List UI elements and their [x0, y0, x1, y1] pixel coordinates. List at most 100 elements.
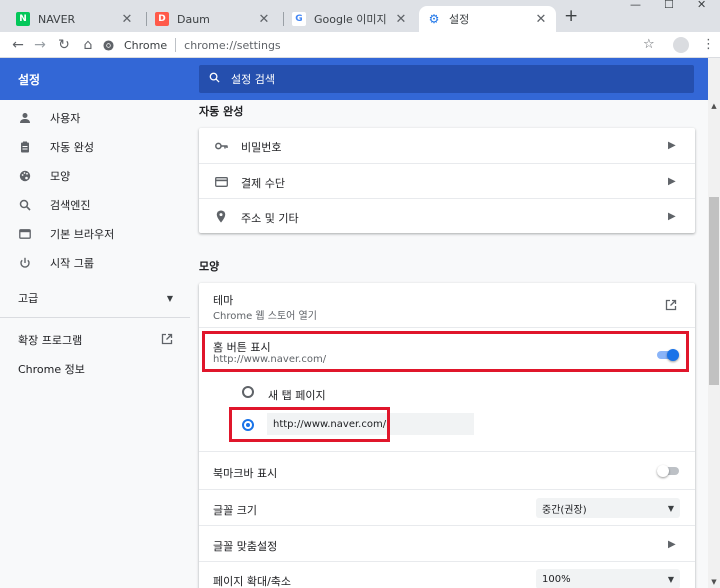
sidebar-item-about-chrome[interactable]: Chrome 정보	[18, 358, 85, 380]
sidebar-item-label: 기본 브라우저	[50, 228, 115, 241]
close-icon[interactable]: ✕	[120, 12, 134, 27]
annotation-highlight-home-url	[229, 407, 390, 442]
scrollbar-thumb[interactable]	[709, 197, 719, 385]
theme-sublabel: Chrome 웹 스토어 열기	[213, 311, 317, 322]
new-tab-button[interactable]: +	[564, 8, 578, 25]
addresses-label: 주소 및 기타	[241, 212, 299, 225]
sidebar-item-people[interactable]: 사용자	[0, 107, 190, 129]
search-icon	[207, 72, 221, 86]
bookmark-star-icon[interactable]: ☆	[643, 37, 655, 52]
bookmarks-bar-toggle[interactable]	[657, 465, 679, 477]
theme-label: 테마	[213, 294, 234, 307]
toggle-knob	[657, 465, 669, 477]
open-external-icon[interactable]	[665, 299, 677, 314]
sidebar-item-label: 사용자	[50, 112, 81, 125]
scroll-down-arrow-icon[interactable]: ▼	[708, 576, 720, 588]
person-icon	[18, 111, 32, 125]
settings-search-input[interactable]: 설정 검색	[199, 65, 694, 93]
browser-toolbar: ← → ↻ ⌂ Chrome chrome://settings ☆ ⋮	[0, 32, 720, 58]
tab-naver[interactable]: N NAVER ✕	[8, 6, 142, 32]
settings-header: 설정 설정 검색	[0, 58, 708, 100]
passwords-row[interactable]: 비밀번호 ▶	[199, 128, 695, 163]
clipboard-icon	[18, 140, 32, 154]
customize-fonts-row[interactable]: 글꼴 맞춤설정 ▶	[199, 525, 695, 561]
minimize-icon[interactable]: —	[630, 0, 641, 14]
sidebar-item-search-engine[interactable]: 검색엔진	[0, 194, 190, 216]
sidebar-item-default-browser[interactable]: 기본 브라우저	[0, 223, 190, 245]
sidebar-item-label: 모양	[50, 170, 71, 183]
close-icon[interactable]: ✕	[257, 12, 271, 27]
maximize-icon[interactable]: ☐	[664, 0, 674, 14]
extensions-label: 확장 프로그램	[18, 334, 83, 347]
search-icon	[18, 198, 32, 212]
close-window-icon[interactable]: ✕	[697, 0, 706, 14]
font-size-row[interactable]: 글꼴 크기 중간(권장) ▼	[199, 489, 695, 525]
tab-title: Google 이미지	[314, 13, 387, 26]
address-bar[interactable]: Chrome chrome://settings	[103, 35, 663, 55]
font-size-value: 중간(권장)	[542, 504, 587, 516]
sidebar-item-label: 검색엔진	[50, 199, 91, 212]
customize-fonts-label: 글꼴 맞춤설정	[213, 540, 278, 553]
site-chip: Chrome	[124, 38, 168, 52]
open-external-icon	[161, 333, 173, 348]
chevron-right-icon: ▶	[668, 539, 676, 550]
page-zoom-select[interactable]: 100% ▼	[536, 569, 680, 588]
font-size-label: 글꼴 크기	[213, 504, 257, 517]
chevron-right-icon: ▶	[668, 211, 676, 222]
sidebar-item-on-startup[interactable]: 시작 그룹	[0, 252, 190, 274]
page-zoom-row[interactable]: 페이지 확대/축소 100% ▼	[199, 561, 695, 588]
sidebar-item-label: 시작 그룹	[50, 257, 94, 270]
sidebar-advanced-toggle[interactable]: 고급 ▼	[18, 287, 173, 309]
menu-dots-icon[interactable]: ⋮	[702, 37, 715, 52]
home-icon[interactable]: ⌂	[79, 36, 97, 54]
close-icon[interactable]: ✕	[534, 12, 548, 27]
autofill-card: 비밀번호 ▶ 결제 수단 ▶ 주소 및 기타 ▶	[199, 128, 695, 233]
sidebar-divider	[0, 317, 190, 318]
google-favicon-icon: G	[292, 12, 306, 26]
omnibox-divider	[175, 38, 177, 52]
location-pin-icon	[214, 209, 228, 223]
appearance-section-title: 모양	[199, 260, 220, 273]
autofill-section-title: 자동 완성	[199, 105, 244, 118]
forward-arrow-icon[interactable]: →	[31, 36, 49, 54]
naver-favicon-icon: N	[16, 12, 30, 26]
sidebar-item-extensions[interactable]: 확장 프로그램	[18, 329, 173, 351]
tab-strip: N NAVER ✕ D Daum ✕ G Google 이미지 ✕ ⚙ 설정 ✕…	[0, 0, 720, 32]
settings-title: 설정	[18, 73, 41, 87]
tab-google-images[interactable]: G Google 이미지 ✕	[284, 6, 416, 32]
caret-down-icon: ▼	[166, 293, 173, 303]
radio-new-tab-row[interactable]: 새 탭 페이지	[199, 373, 695, 407]
tab-daum[interactable]: D Daum ✕	[147, 6, 279, 32]
radio-new-tab-label: 새 탭 페이지	[268, 389, 326, 402]
back-arrow-icon[interactable]: ←	[9, 36, 27, 54]
bookmarks-bar-label: 북마크바 표시	[213, 467, 278, 480]
radio-new-tab[interactable]	[242, 386, 254, 398]
power-icon	[18, 256, 32, 270]
addresses-row[interactable]: 주소 및 기타 ▶	[199, 198, 695, 233]
reload-icon[interactable]: ↻	[55, 36, 73, 54]
key-icon	[214, 139, 228, 153]
chevron-right-icon: ▶	[668, 140, 676, 151]
tab-settings[interactable]: ⚙ 설정 ✕	[419, 6, 556, 32]
advanced-label: 고급	[18, 292, 39, 305]
gear-icon: ⚙	[428, 12, 440, 26]
bookmarks-bar-row[interactable]: 북마크바 표시	[199, 451, 695, 489]
sidebar-item-appearance[interactable]: 모양	[0, 165, 190, 187]
chrome-logo-icon	[103, 39, 114, 51]
scroll-up-arrow-icon[interactable]: ▲	[708, 100, 720, 112]
settings-sidebar: 사용자 자동 완성 모양 검색엔진 기본 브라우저 시작 그룹 고급 ▼ 확장 …	[0, 100, 190, 588]
annotation-highlight-home-button	[202, 331, 689, 372]
profile-avatar[interactable]	[673, 37, 689, 53]
chevron-right-icon: ▶	[668, 176, 676, 187]
caret-down-icon: ▼	[667, 503, 674, 513]
payment-methods-row[interactable]: 결제 수단 ▶	[199, 163, 695, 198]
close-icon[interactable]: ✕	[394, 12, 408, 27]
page-zoom-value: 100%	[542, 573, 571, 585]
font-size-select[interactable]: 중간(권장) ▼	[536, 498, 680, 518]
caret-down-icon: ▼	[667, 574, 674, 584]
daum-favicon-icon: D	[155, 12, 169, 26]
tab-title: 설정	[449, 13, 470, 26]
theme-row[interactable]: 테마 Chrome 웹 스토어 열기	[199, 283, 695, 327]
sidebar-item-autofill[interactable]: 자동 완성	[0, 136, 190, 158]
credit-card-icon	[214, 175, 228, 189]
